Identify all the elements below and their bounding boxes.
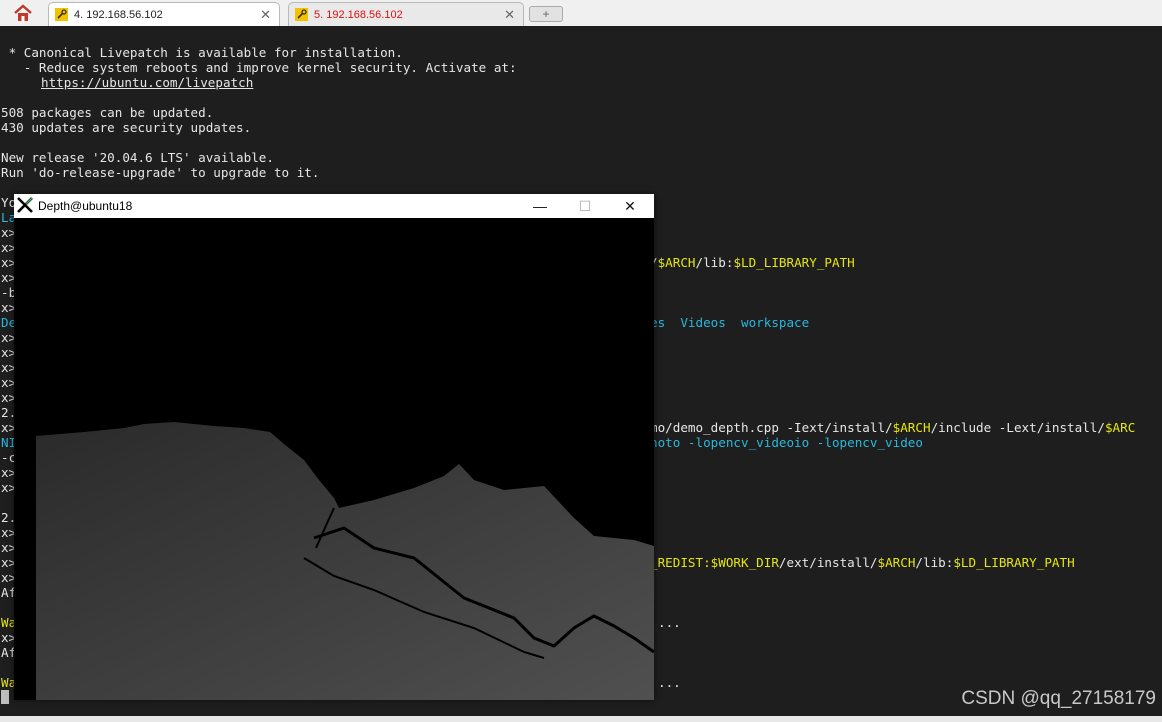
terminal-line: * Canonical Livepatch is available for i… <box>1 45 403 60</box>
terminal-line: New release '20.04.6 LTS' available. <box>1 150 274 165</box>
terminal-line: ... <box>658 675 681 690</box>
tab-label: 5. 192.168.56.102 <box>314 8 403 21</box>
window-title: Depth@ubuntu18 <box>38 199 133 213</box>
minimize-button[interactable]: — <box>526 196 554 216</box>
depth-map-render <box>14 218 655 700</box>
minimize-icon: — <box>533 198 547 214</box>
maximize-button[interactable]: ☐ <box>571 196 599 216</box>
terminal-line: /$ARCH/lib:$LD_LIBRARY_PATH <box>650 255 855 270</box>
x11-logo-icon <box>17 197 33 213</box>
session-tab-bar: 4. 192.168.56.102 ✕ 5. 192.168.56.102 ✕ … <box>0 0 1162 27</box>
depth-image <box>14 218 655 700</box>
home-button[interactable] <box>4 2 42 24</box>
session-tab-5[interactable]: 5. 192.168.56.102 ✕ <box>288 2 524 26</box>
close-window-button[interactable]: ✕ <box>616 196 644 216</box>
key-icon <box>55 8 68 21</box>
terminal-line: 508 packages can be updated. <box>1 105 214 120</box>
maximize-icon: ☐ <box>578 197 592 214</box>
new-tab-button[interactable]: + <box>529 6 563 22</box>
session-tab-4[interactable]: 4. 192.168.56.102 ✕ <box>48 2 280 26</box>
terminal-line: mo/demo_depth.cpp -Iext/install/$ARCH/in… <box>650 420 1136 435</box>
livepatch-link[interactable]: https://ubuntu.com/livepatch <box>41 75 253 90</box>
home-icon <box>14 4 32 21</box>
terminal-line: Run 'do-release-upgrade' to upgrade to i… <box>1 165 320 180</box>
depth-window[interactable]: Depth@ubuntu18 — ☐ ✕ <box>14 194 655 700</box>
window-titlebar[interactable]: Depth@ubuntu18 — ☐ ✕ <box>14 194 654 218</box>
watermark: CSDN @qq_27158179 <box>961 688 1156 709</box>
close-tab-icon[interactable]: ✕ <box>504 7 515 23</box>
terminal-line: es Videos workspace <box>650 315 810 330</box>
terminal-line: _REDIST:$WORK_DIR/ext/install/$ARCH/lib:… <box>650 555 1075 570</box>
terminal-line: hoto -lopencv_videoio -lopencv_video <box>650 435 923 450</box>
tab-label: 4. 192.168.56.102 <box>74 8 163 21</box>
close-icon: ✕ <box>624 197 636 214</box>
close-tab-icon[interactable]: ✕ <box>260 7 271 23</box>
key-icon <box>295 8 308 21</box>
terminal-cursor <box>1 690 9 704</box>
terminal-line: 430 updates are security updates. <box>1 120 252 135</box>
plus-icon: + <box>542 7 550 21</box>
terminal-line: ... <box>658 615 681 630</box>
terminal-line: - Reduce system reboots and improve kern… <box>1 60 517 75</box>
taskbar <box>0 716 1162 722</box>
